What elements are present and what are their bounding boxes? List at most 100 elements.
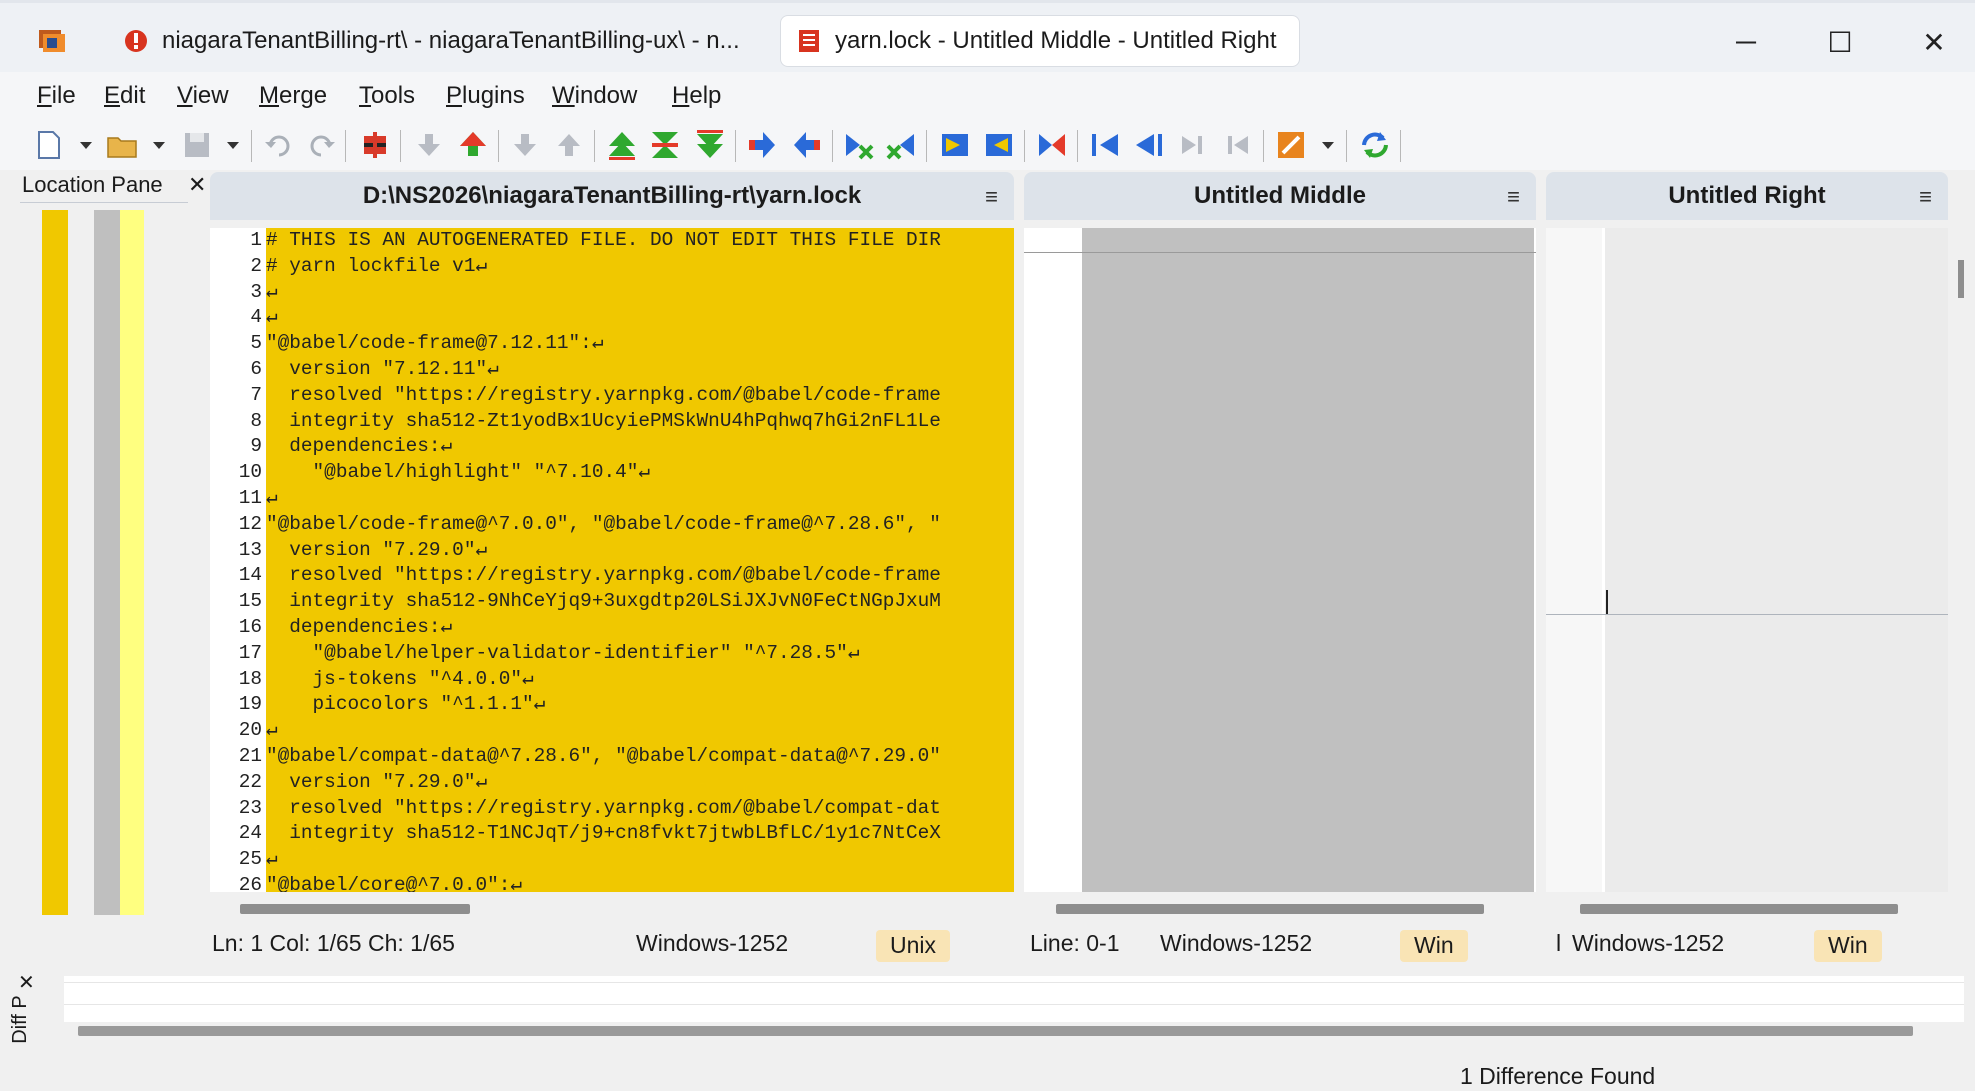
left-editor[interactable]: 1 # THIS IS AN AUTOGENERATED FILE. DO NOT… (210, 228, 1014, 892)
right-panel-menu-icon[interactable]: ≡ (1919, 184, 1932, 210)
left-panel-menu-icon[interactable]: ≡ (985, 184, 998, 210)
tab-folder-comparison[interactable]: niagaraTenantBilling-rt\ - niagaraTenant… (108, 15, 768, 67)
undo-icon[interactable] (262, 128, 296, 162)
location-pane-divider (20, 202, 188, 203)
copy-right-and-advance-icon[interactable] (842, 128, 876, 162)
code-line: 6 version "7.12.11"↵ (210, 356, 1014, 383)
toolbar-divider (498, 130, 499, 162)
options-dropdown-icon[interactable] (1322, 142, 1334, 149)
line-text: dependencies:↵ (266, 434, 1014, 461)
line-number: 4 (210, 305, 266, 332)
code-line: 12 "@babel/code-frame@^7.0.0", "@babel/co… (210, 511, 1014, 538)
line-text: version "7.12.11"↵ (266, 356, 1014, 383)
right-editor[interactable] (1546, 228, 1948, 892)
new-document-icon[interactable] (32, 128, 66, 162)
line-number: 11 (210, 485, 266, 512)
last-difference-icon[interactable] (693, 128, 727, 162)
tab-label: yarn.lock - Untitled Middle - Untitled R… (835, 27, 1277, 54)
middle-line-separator (1024, 252, 1536, 253)
tab-text-comparison[interactable]: yarn.lock - Untitled Middle - Untitled R… (780, 15, 1300, 67)
copy-all-right-icon[interactable] (938, 128, 972, 162)
location-bar-right[interactable] (120, 210, 144, 915)
copy-right-to-middle-icon[interactable] (1132, 128, 1166, 162)
location-bar-middle[interactable] (94, 210, 120, 915)
menu-plugins[interactable]: Plugins (446, 82, 525, 110)
toggle-bookmark-icon[interactable] (358, 128, 392, 162)
code-line: 25 ↵ (210, 847, 1014, 873)
minimize-button[interactable]: ─ (1716, 17, 1776, 67)
text-compare-icon (799, 30, 819, 52)
first-change-icon[interactable] (412, 128, 446, 162)
toolbar-divider (1077, 130, 1078, 162)
menu-merge[interactable]: Merge (259, 82, 327, 110)
copy-all-left-icon[interactable] (982, 128, 1016, 162)
current-difference-icon[interactable] (648, 128, 682, 162)
right-file-title[interactable]: Untitled Right (1668, 182, 1825, 210)
close-window-button[interactable]: ✕ (1904, 17, 1964, 67)
right-hscroll-thumb[interactable] (1580, 904, 1898, 914)
right-line-gutter (1546, 228, 1602, 892)
open-folder-icon[interactable] (105, 128, 139, 162)
open-dropdown-icon[interactable] (153, 142, 165, 149)
diff-hscroll-thumb[interactable] (78, 1026, 1913, 1036)
right-vscroll-thumb[interactable] (1958, 260, 1964, 298)
menu-tools[interactable]: Tools (359, 82, 415, 110)
middle-hscroll-thumb[interactable] (1056, 904, 1484, 914)
left-hscroll-thumb[interactable] (240, 904, 470, 914)
middle-line-gutter (1024, 228, 1080, 892)
copy-all-both-icon[interactable] (1035, 128, 1069, 162)
middle-missing-lines-block (1082, 228, 1534, 892)
first-difference-icon[interactable] (605, 128, 639, 162)
menu-window[interactable]: Window (552, 82, 637, 110)
previous-change-icon[interactable] (456, 128, 490, 162)
line-number: 19 (210, 692, 266, 719)
line-number: 1 (210, 228, 266, 254)
menu-file[interactable]: File (37, 82, 76, 110)
code-line: 4 ↵ (210, 305, 1014, 332)
redo-icon[interactable] (304, 128, 338, 162)
line-number: 20 (210, 718, 266, 744)
code-line: 15 integrity sha512-9NhCeYjq9+3uxgdtp20L… (210, 589, 1014, 615)
middle-encoding[interactable]: Windows-1252 (1160, 930, 1312, 957)
menu-help[interactable]: Help (672, 82, 721, 110)
copy-left-and-advance-icon[interactable] (884, 128, 918, 162)
difference-count: 1 Difference Found (1460, 1063, 1656, 1089)
next-conflict-icon[interactable] (508, 128, 542, 162)
line-text: "@babel/code-frame@^7.0.0", "@babel/code… (266, 511, 1014, 538)
toolbar-divider (345, 130, 346, 162)
save-icon[interactable] (180, 128, 214, 162)
left-encoding[interactable]: Windows-1252 (636, 930, 788, 957)
line-text: ↵ (266, 279, 1014, 306)
refresh-icon[interactable] (1358, 128, 1392, 162)
menu-edit[interactable]: Edit (104, 82, 145, 110)
previous-conflict-icon[interactable] (552, 128, 586, 162)
line-text: integrity sha512-Zt1yodBx1UcyiePMSkWnU4h… (266, 408, 1014, 435)
copy-to-left-icon[interactable] (790, 128, 824, 162)
right-line-ending-badge[interactable]: Win (1814, 930, 1882, 962)
options-icon[interactable] (1274, 128, 1308, 162)
left-file-path[interactable]: D:\NS2026\niagaraTenantBilling-rt\yarn.l… (363, 182, 861, 210)
new-dropdown-icon[interactable] (80, 142, 92, 149)
diff-hscroll-track[interactable] (78, 1026, 1913, 1036)
copy-to-right-icon[interactable] (745, 128, 779, 162)
right-encoding[interactable]: Windows-1252 (1572, 930, 1724, 957)
middle-file-title[interactable]: Untitled Middle (1194, 182, 1366, 210)
right-cursor-position: l (1556, 930, 1562, 956)
code-line: 19 picocolors "^1.1.1"↵ (210, 692, 1014, 719)
middle-panel-menu-icon[interactable]: ≡ (1507, 184, 1520, 210)
skip-forward-icon[interactable] (1176, 128, 1210, 162)
location-pane-close-icon[interactable]: ✕ (188, 172, 206, 198)
location-bar-left[interactable] (42, 210, 68, 915)
line-text: version "7.29.0"↵ (266, 537, 1014, 564)
skip-back-icon[interactable] (1220, 128, 1254, 162)
middle-editor[interactable] (1024, 228, 1536, 892)
copy-left-to-middle-icon[interactable] (1088, 128, 1122, 162)
menu-view[interactable]: View (177, 82, 229, 110)
code-line: 16 dependencies:↵ (210, 614, 1014, 641)
left-line-ending-badge[interactable]: Unix (876, 930, 951, 962)
middle-line-ending-badge[interactable]: Win (1400, 930, 1468, 962)
code-line: 3 ↵ (210, 279, 1014, 306)
diff-pane-close-icon[interactable]: ✕ (18, 970, 35, 995)
maximize-button[interactable]: ☐ (1810, 17, 1870, 67)
save-dropdown-icon[interactable] (227, 142, 239, 149)
